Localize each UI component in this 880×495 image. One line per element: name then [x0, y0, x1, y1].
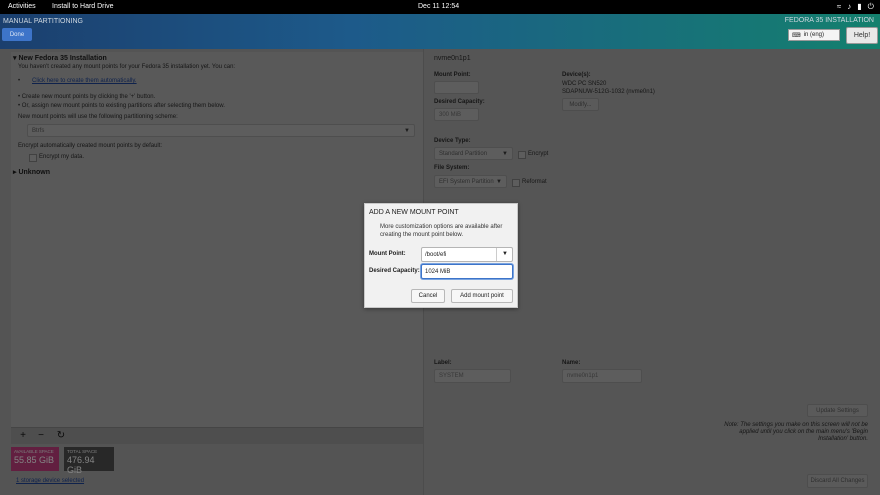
keyboard-icon: ⌨ [792, 32, 801, 39]
activities-button[interactable]: Activities [8, 3, 36, 10]
dialog-mount-point-value: /boot/efi [425, 251, 447, 258]
keyboard-layout-indicator[interactable]: ⌨ in (eng) [788, 29, 840, 41]
combo-separator [496, 248, 497, 261]
done-button[interactable]: Done [2, 28, 32, 41]
app-menu[interactable]: Install to Hard Drive [52, 3, 113, 10]
top-bar: Activities Install to Hard Drive Dec 11 … [0, 0, 880, 14]
chevron-down-icon[interactable]: ▼ [502, 251, 508, 257]
add-mount-point-dialog: ADD A NEW MOUNT POINT More customization… [364, 203, 518, 308]
system-tray[interactable]: ≈ ♪ ▮ ⏻ [837, 2, 874, 12]
screen-title: MANUAL PARTITIONING [3, 18, 83, 25]
help-button[interactable]: Help! [846, 27, 878, 44]
dialog-mount-point-label: Mount Point: [369, 251, 406, 257]
power-icon: ⏻ [867, 2, 874, 11]
dialog-capacity-input[interactable]: 1024 MiB [421, 264, 513, 279]
dialog-add-mount-point-button[interactable]: Add mount point [451, 289, 513, 303]
clock[interactable]: Dec 11 12:54 [418, 3, 459, 10]
battery-icon: ▮ [857, 2, 862, 11]
dialog-cancel-button[interactable]: Cancel [411, 289, 445, 303]
dialog-title: ADD A NEW MOUNT POINT [369, 209, 459, 216]
keyboard-layout-label: in (eng) [803, 32, 825, 38]
dialog-capacity-value: 1024 MiB [425, 268, 451, 275]
installation-title: FEDORA 35 INSTALLATION [784, 17, 874, 24]
dialog-mount-point-combobox[interactable]: /boot/efi ▼ [421, 247, 513, 262]
dialog-capacity-label: Desired Capacity: [369, 268, 420, 274]
network-icon: ≈ [836, 2, 842, 11]
installer-header: MANUAL PARTITIONING Done FEDORA 35 INSTA… [0, 14, 880, 49]
volume-icon: ♪ [847, 2, 852, 11]
dialog-description: More customization options are available… [380, 224, 503, 238]
